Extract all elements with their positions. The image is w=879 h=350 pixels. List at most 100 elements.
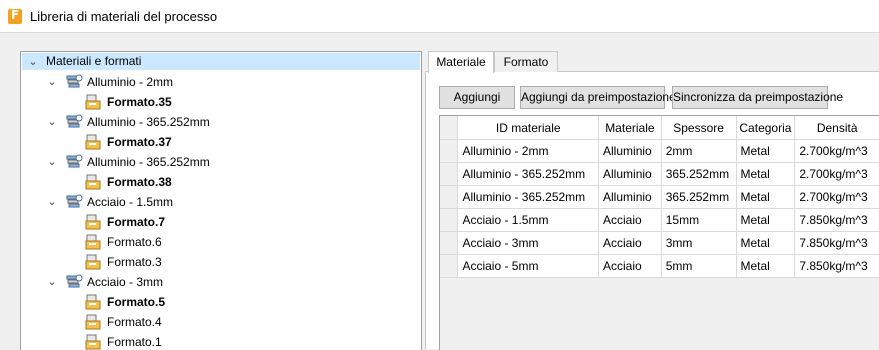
sync-from-preset-button[interactable]: Sincronizza da preimpostazione bbox=[672, 86, 843, 109]
row-header[interactable] bbox=[440, 254, 459, 278]
format-sheet-icon bbox=[85, 94, 102, 110]
cell-category[interactable]: Metal bbox=[736, 185, 796, 209]
cell-material[interactable]: Acciaio bbox=[598, 254, 662, 278]
table-row[interactable]: Acciaio - 5mm Acciaio 5mm Metal 7.850kg/m^3 bbox=[440, 254, 879, 278]
cell-thickness[interactable]: 2mm bbox=[661, 139, 737, 163]
cell-id[interactable]: Acciaio - 1.5mm bbox=[457, 208, 600, 232]
format-sheet-icon bbox=[85, 254, 102, 270]
cell-category[interactable]: Metal bbox=[736, 254, 796, 278]
cell-material[interactable]: Alluminio bbox=[598, 139, 662, 163]
tree-item-format[interactable]: Formato.3 bbox=[21, 252, 419, 272]
tree-item-material[interactable]: ⌄ Alluminio - 365.252mm bbox=[21, 112, 419, 132]
cell-category[interactable]: Metal bbox=[736, 208, 796, 232]
tree-root-label: Materiali e formati bbox=[46, 54, 142, 68]
window-title: Libreria di materiali del processo bbox=[30, 9, 218, 24]
chevron-down-icon[interactable]: ⌄ bbox=[46, 72, 58, 92]
tree-item-format[interactable]: Formato.7 bbox=[21, 212, 419, 232]
row-header[interactable] bbox=[440, 231, 459, 255]
tree-item-material-label: Acciaio - 3mm bbox=[87, 275, 164, 289]
tree-item-format-label: Formato.1 bbox=[107, 335, 162, 349]
cell-category[interactable]: Metal bbox=[736, 231, 796, 255]
cell-id[interactable]: Alluminio - 365.252mm bbox=[457, 162, 600, 186]
cell-density[interactable]: 7.850kg/m^3 bbox=[794, 231, 879, 255]
title-bar: Libreria di materiali del processo bbox=[0, 0, 879, 33]
format-sheet-icon bbox=[85, 174, 102, 190]
format-sheet-icon bbox=[85, 314, 102, 330]
cell-thickness[interactable]: 15mm bbox=[661, 208, 737, 232]
cell-thickness[interactable]: 365.252mm bbox=[661, 162, 737, 186]
add-from-preset-button[interactable]: Aggiungi da preimpostazione bbox=[520, 86, 676, 109]
row-header[interactable] bbox=[440, 139, 459, 163]
tree-item-material-label: Alluminio - 2mm bbox=[87, 75, 174, 89]
tree-item-format[interactable]: Formato.6 bbox=[21, 232, 419, 252]
cell-density[interactable]: 7.850kg/m^3 bbox=[794, 254, 879, 278]
tree-item-format[interactable]: Formato.5 bbox=[21, 292, 419, 312]
materials-table[interactable]: ID materiale Materiale Spessore Categori… bbox=[439, 115, 879, 350]
cell-density[interactable]: 2.700kg/m^3 bbox=[794, 185, 879, 209]
material-icon bbox=[66, 274, 83, 290]
cell-material[interactable]: Acciaio bbox=[598, 208, 662, 232]
cell-id[interactable]: Acciaio - 3mm bbox=[457, 231, 600, 255]
chevron-down-icon[interactable]: ⌄ bbox=[46, 272, 58, 292]
cell-category[interactable]: Metal bbox=[736, 162, 796, 186]
materials-tree[interactable]: ⌄ Materiali e formati ⌄ Alluminio - 2mm Fo… bbox=[20, 51, 422, 350]
cell-material[interactable]: Acciaio bbox=[598, 231, 662, 255]
material-icon bbox=[66, 194, 83, 210]
fusion-app-icon bbox=[8, 8, 22, 24]
cell-id[interactable]: Alluminio - 2mm bbox=[457, 139, 600, 163]
tree-item-format[interactable]: Formato.37 bbox=[21, 132, 419, 152]
table-row[interactable]: Alluminio - 365.252mm Alluminio 365.252mm M… bbox=[440, 162, 879, 186]
column-header-id[interactable]: ID materiale bbox=[457, 116, 600, 140]
chevron-down-icon[interactable]: ⌄ bbox=[27, 53, 39, 70]
material-icon bbox=[66, 154, 83, 170]
tree-item-format-label: Formato.37 bbox=[107, 135, 172, 149]
add-button[interactable]: Aggiungi bbox=[439, 86, 515, 109]
cell-density[interactable]: 2.700kg/m^3 bbox=[794, 139, 879, 163]
cell-material[interactable]: Alluminio bbox=[598, 185, 662, 209]
table-row[interactable]: Acciaio - 3mm Acciaio 3mm Metal 7.850kg/m^3 bbox=[440, 231, 879, 255]
tab-formato[interactable]: Formato bbox=[494, 51, 558, 72]
table-row[interactable]: Alluminio - 2mm Alluminio 2mm Metal 2.700kg/… bbox=[440, 139, 879, 163]
chevron-down-icon[interactable]: ⌄ bbox=[46, 112, 58, 132]
cell-id[interactable]: Alluminio - 365.252mm bbox=[457, 185, 600, 209]
row-header[interactable] bbox=[440, 185, 459, 209]
column-header-thickness[interactable]: Spessore bbox=[661, 116, 737, 140]
cell-thickness[interactable]: 5mm bbox=[661, 254, 737, 278]
tree-item-material-label: Alluminio - 365.252mm bbox=[87, 155, 210, 169]
tree-item-format-label: Formato.4 bbox=[107, 315, 162, 329]
format-sheet-icon bbox=[85, 234, 102, 250]
table-row[interactable]: Acciaio - 1.5mm Acciaio 15mm Metal 7.850kg/m… bbox=[440, 208, 879, 232]
tree-item-material[interactable]: ⌄ Acciaio - 1.5mm bbox=[21, 192, 419, 212]
cell-density[interactable]: 7.850kg/m^3 bbox=[794, 208, 879, 232]
column-header-density[interactable]: Densità bbox=[794, 116, 879, 140]
tree-item-material[interactable]: ⌄ Acciaio - 3mm bbox=[21, 272, 419, 292]
chevron-down-icon[interactable]: ⌄ bbox=[46, 152, 58, 172]
column-header-category[interactable]: Categoria bbox=[736, 116, 796, 140]
cell-material[interactable]: Alluminio bbox=[598, 162, 662, 186]
tree-item-format[interactable]: Formato.35 bbox=[21, 92, 419, 112]
cell-thickness[interactable]: 3mm bbox=[661, 231, 737, 255]
tree-item-material[interactable]: ⌄ Alluminio - 365.252mm bbox=[21, 152, 419, 172]
format-sheet-icon bbox=[85, 214, 102, 230]
table-header-row: ID materiale Materiale Spessore Categori… bbox=[440, 116, 879, 140]
tree-item-format[interactable]: Formato.4 bbox=[21, 312, 419, 332]
chevron-down-icon[interactable]: ⌄ bbox=[46, 192, 58, 212]
row-header[interactable] bbox=[440, 162, 459, 186]
cell-thickness[interactable]: 365.252mm bbox=[661, 185, 737, 209]
cell-id[interactable]: Acciaio - 5mm bbox=[457, 254, 600, 278]
cell-density[interactable]: 2.700kg/m^3 bbox=[794, 162, 879, 186]
tab-materiale[interactable]: Materiale bbox=[428, 51, 494, 73]
table-row[interactable]: Alluminio - 365.252mm Alluminio 365.252mm M… bbox=[440, 185, 879, 209]
column-header-material[interactable]: Materiale bbox=[598, 116, 662, 140]
tree-item-format-label: Formato.7 bbox=[107, 215, 166, 229]
tree-item-material-label: Acciaio - 1.5mm bbox=[87, 195, 174, 209]
tree-item-format-label: Formato.35 bbox=[107, 95, 172, 109]
cell-category[interactable]: Metal bbox=[736, 139, 796, 163]
tree-item-format[interactable]: Formato.1 bbox=[21, 332, 419, 350]
row-header[interactable] bbox=[440, 208, 459, 232]
tree-item-format[interactable]: Formato.38 bbox=[21, 172, 419, 192]
tree-item-material-label: Alluminio - 365.252mm bbox=[87, 115, 210, 129]
tree-root[interactable]: ⌄ Materiali e formati bbox=[22, 53, 420, 70]
tree-item-material[interactable]: ⌄ Alluminio - 2mm bbox=[21, 72, 419, 92]
tree-item-format-label: Formato.3 bbox=[107, 255, 162, 269]
